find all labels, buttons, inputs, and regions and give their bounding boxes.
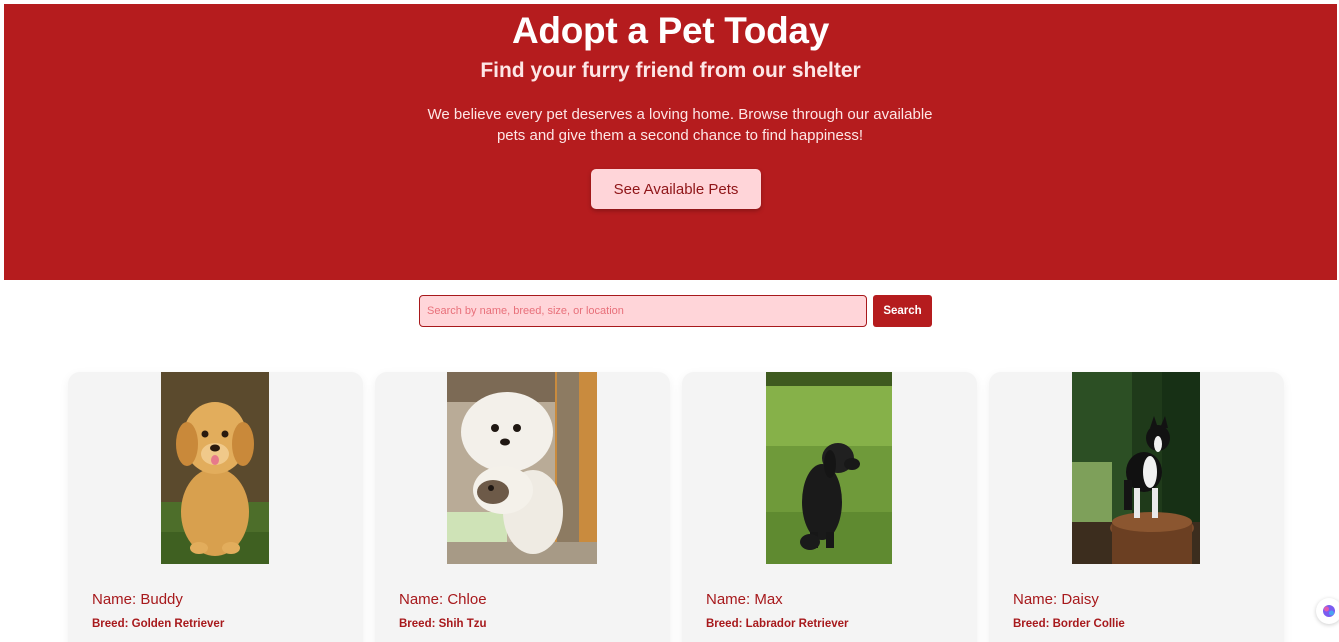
hero-banner: Adopt a Pet Today Find your furry friend… [4, 4, 1337, 280]
see-available-pets-button[interactable]: See Available Pets [591, 169, 761, 209]
pet-photo-max[interactable] [766, 372, 892, 564]
search-button[interactable]: Search [873, 295, 932, 327]
pet-photo-chloe[interactable] [447, 372, 597, 564]
pet-breed: Breed: Golden Retriever [92, 618, 225, 630]
page-title: Adopt a Pet Today [512, 10, 829, 51]
pet-photo-buddy[interactable] [161, 372, 269, 564]
pet-name: Name: Chloe [399, 591, 487, 608]
assistant-icon[interactable] [1316, 598, 1339, 624]
pet-breed: Breed: Labrador Retriever [706, 618, 849, 630]
pet-name: Name: Max [706, 591, 783, 608]
pet-name: Name: Daisy [1013, 591, 1099, 608]
pet-breed: Breed: Shih Tzu [399, 618, 487, 630]
hero-description: We believe every pet deserves a loving h… [427, 106, 933, 144]
pet-card[interactable]: Name: Chloe Breed: Shih Tzu [375, 372, 670, 642]
hero-subtitle: Find your furry friend from our shelter [480, 59, 861, 82]
border-collie-image [1072, 372, 1200, 564]
labrador-retriever-image [766, 372, 892, 564]
pet-name: Name: Buddy [92, 591, 183, 608]
pet-card[interactable]: Name: Daisy Breed: Border Collie [989, 372, 1284, 642]
golden-retriever-image [161, 372, 269, 564]
pet-photo-daisy[interactable] [1072, 372, 1200, 564]
page: Adopt a Pet Today Find your furry friend… [0, 0, 1339, 642]
shih-tzu-image [447, 372, 597, 564]
pet-card[interactable]: Name: Buddy Breed: Golden Retriever [68, 372, 363, 642]
pet-card[interactable]: Name: Max Breed: Labrador Retriever [682, 372, 977, 642]
pet-breed: Breed: Border Collie [1013, 618, 1125, 630]
search-input[interactable] [419, 295, 867, 327]
